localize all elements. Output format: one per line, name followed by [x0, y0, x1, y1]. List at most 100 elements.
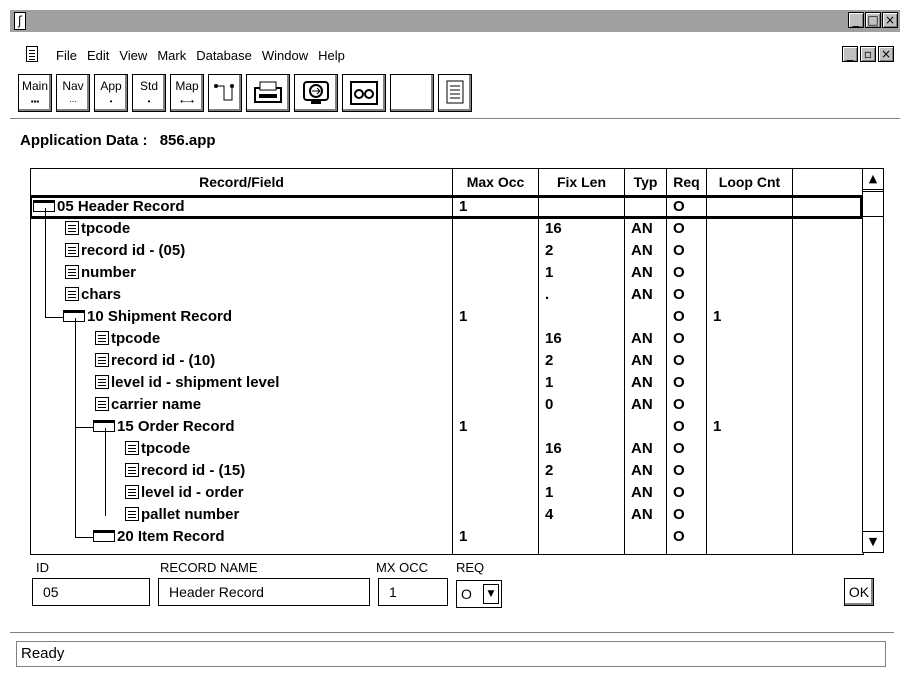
field-row[interactable]: level id - shipment level 1 AN O	[31, 372, 863, 394]
ok-button[interactable]: OK	[844, 578, 874, 606]
toolbar-button-glyph: ▪▪▪	[30, 97, 40, 106]
app-data-label: Application Data :	[20, 132, 148, 149]
record-field-cell: level id - order	[125, 482, 244, 504]
column-header-record-field[interactable]: Record/Field	[31, 169, 453, 195]
glasses-button[interactable]	[342, 74, 386, 112]
toolbar-main-button[interactable]: Main ▪▪▪	[18, 74, 52, 112]
record-icon[interactable]	[33, 200, 55, 212]
scroll-up-icon[interactable]: ▲	[863, 169, 883, 190]
field-icon[interactable]	[65, 243, 79, 257]
menu-window[interactable]: Window	[262, 48, 308, 63]
field-icon[interactable]	[95, 353, 109, 367]
checklist-button[interactable]	[438, 74, 472, 112]
req-select[interactable]: O ▼	[456, 580, 502, 608]
field-icon[interactable]	[125, 441, 139, 455]
field-row[interactable]: tpcode 16 AN O	[31, 218, 863, 240]
field-icon[interactable]	[65, 287, 79, 301]
menu-edit[interactable]: Edit	[87, 48, 109, 63]
document-icon[interactable]	[26, 46, 38, 62]
field-row[interactable]: level id - order 1 AN O	[31, 482, 863, 504]
record-row[interactable]: 15 Order Record 1 O 1	[31, 416, 863, 438]
id-field[interactable]: 05	[32, 578, 150, 606]
toolbar-button-label: Main	[21, 79, 48, 93]
field-row[interactable]: number 1 AN O	[31, 262, 863, 284]
column-divider	[452, 196, 453, 554]
fix-len-cell: .	[545, 286, 550, 303]
typ-cell: AN	[631, 242, 653, 259]
toolbar-button-glyph: •	[109, 97, 113, 106]
record-icon[interactable]	[63, 310, 85, 322]
record-icon[interactable]	[93, 530, 115, 542]
record-field-cell: pallet number	[125, 504, 239, 526]
menu-view[interactable]: View	[119, 48, 147, 63]
toolbar-button-label: Nav	[62, 79, 84, 93]
field-row[interactable]: chars. AN O	[31, 284, 863, 306]
field-icon[interactable]	[65, 265, 79, 279]
max-occ-field[interactable]: 1	[378, 578, 448, 606]
field-icon[interactable]	[125, 485, 139, 499]
doc-restore-icon[interactable]: ▫	[860, 46, 876, 62]
field-row[interactable]: carrier name 0 AN O	[31, 394, 863, 416]
req-cell: O	[673, 308, 685, 325]
typ-cell: AN	[631, 286, 653, 303]
field-row[interactable]: record id - (05) 2 AN O	[31, 240, 863, 262]
column-header-fix-len[interactable]: Fix Len	[539, 169, 625, 195]
field-row[interactable]: record id - (10) 2 AN O	[31, 350, 863, 372]
column-header-max-occ[interactable]: Max Occ	[453, 169, 539, 195]
row-name: tpcode	[81, 220, 131, 237]
row-name: 10 Shipment Record	[87, 308, 233, 325]
minimize-icon[interactable]: _	[848, 12, 864, 28]
record-icon[interactable]	[93, 420, 115, 432]
field-icon[interactable]	[125, 463, 139, 477]
vertical-scrollbar[interactable]: ▲ ▼	[862, 168, 884, 553]
field-row[interactable]: tpcode 16 AN O	[31, 438, 863, 460]
field-row[interactable]: pallet number 4 AN O	[31, 504, 863, 526]
toolbar-std-button[interactable]: Std •	[132, 74, 166, 112]
menu-file[interactable]: File	[56, 48, 77, 63]
link-button[interactable]	[208, 74, 242, 112]
toolbar-app-button[interactable]: App •	[94, 74, 128, 112]
record-field-cell: chars	[65, 284, 121, 306]
column-header-loop-cnt[interactable]: Loop Cnt	[707, 169, 793, 195]
toolbar-nav-button[interactable]: Nav ⋯	[56, 74, 90, 112]
toolbar-button-label: Std	[139, 79, 158, 93]
max-occ-cell: 1	[459, 308, 468, 325]
row-name: record id - (15)	[141, 462, 246, 479]
field-row[interactable]: tpcode 16 AN O	[31, 328, 863, 350]
req-cell: O	[673, 506, 685, 523]
doc-close-icon[interactable]: ×	[878, 46, 894, 62]
fix-len-cell: 16	[545, 220, 562, 237]
field-row[interactable]: record id - (15) 2 AN O	[31, 460, 863, 482]
record-row[interactable]: 10 Shipment Record 1 O 1	[31, 306, 863, 328]
field-icon[interactable]	[95, 331, 109, 345]
field-icon[interactable]	[125, 507, 139, 521]
menu-help[interactable]: Help	[318, 48, 345, 63]
record-row[interactable]: 05 Header Record 1 O	[31, 195, 863, 219]
column-header-typ[interactable]: Typ	[625, 169, 667, 195]
req-label: REQ	[456, 560, 485, 575]
fix-len-cell: 2	[545, 242, 554, 259]
field-icon[interactable]	[95, 397, 109, 411]
scroll-down-icon[interactable]: ▼	[863, 531, 883, 552]
status-text: Ready	[16, 641, 886, 667]
record-field-cell: 10 Shipment Record	[63, 306, 232, 328]
record-name-field[interactable]: Header Record	[158, 578, 370, 606]
blank-button[interactable]	[390, 74, 434, 112]
typ-cell: AN	[631, 352, 653, 369]
maximize-icon[interactable]: □	[865, 12, 881, 28]
menu-mark[interactable]: Mark	[157, 48, 186, 63]
chevron-down-icon[interactable]: ▼	[483, 584, 499, 604]
column-header-req[interactable]: Req	[667, 169, 707, 195]
field-icon[interactable]	[65, 221, 79, 235]
record-field-cell: number	[65, 262, 136, 284]
printer-button[interactable]	[246, 74, 290, 112]
close-icon[interactable]: ×	[882, 12, 898, 28]
monitor-button[interactable]	[294, 74, 338, 112]
toolbar-map-button[interactable]: Map •—•	[170, 74, 204, 112]
menu-database[interactable]: Database	[196, 48, 252, 63]
app-icon[interactable]: ʃ	[14, 12, 26, 30]
doc-minimize-icon[interactable]: _	[842, 46, 858, 62]
field-icon[interactable]	[95, 375, 109, 389]
record-row[interactable]: 20 Item Record 1 O	[31, 526, 863, 548]
scroll-thumb[interactable]	[863, 191, 883, 217]
